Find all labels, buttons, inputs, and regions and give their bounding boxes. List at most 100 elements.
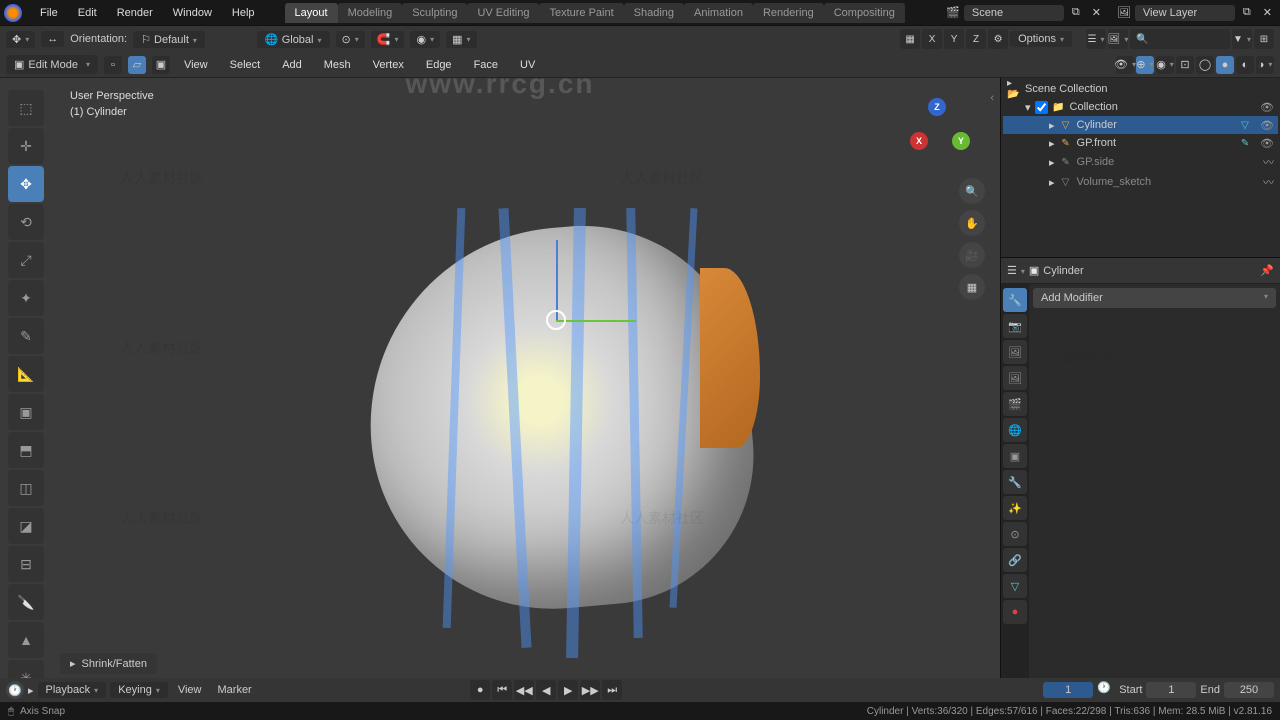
help-menu[interactable]: Help <box>222 7 265 19</box>
options-dropdown[interactable]: Options <box>1010 31 1072 47</box>
pan-icon[interactable]: ✋ <box>959 210 985 236</box>
nav-x-axis[interactable]: X <box>910 132 928 150</box>
solid-shading[interactable]: ● <box>1216 56 1234 74</box>
prop-tab-physics[interactable]: ⊙ <box>1003 522 1027 546</box>
next-keyframe-icon[interactable]: ▶▶ <box>580 680 600 700</box>
proportional-dropdown[interactable]: ◉ <box>410 31 440 48</box>
axis-z-toggle[interactable]: Z <box>966 29 986 49</box>
chevron-down-icon[interactable]: ▾ <box>1025 101 1031 114</box>
window-menu[interactable]: Window <box>163 7 222 19</box>
navigation-gizmo[interactable]: Z X Y <box>900 98 970 168</box>
prop-tab-material[interactable]: ● <box>1003 600 1027 624</box>
tab-compositing[interactable]: Compositing <box>824 3 905 23</box>
tab-rendering[interactable]: Rendering <box>753 3 824 23</box>
spin-tool[interactable]: ✳ <box>8 660 44 678</box>
play-reverse-icon[interactable]: ◀ <box>536 680 556 700</box>
drag-action[interactable]: ↔ <box>41 31 64 47</box>
keying-dropdown[interactable]: Keying <box>110 682 168 698</box>
prev-keyframe-icon[interactable]: ◀◀ <box>514 680 534 700</box>
outliner-tree[interactable]: ▸📂 Scene Collection ▾ 📁 Collection 👁 ▸ ▽… <box>1001 78 1280 257</box>
rendered-shading[interactable]: ◑ <box>1256 56 1274 74</box>
prop-tab-constraint[interactable]: 🔗 <box>1003 548 1027 572</box>
viewlayer-field[interactable]: View Layer <box>1135 5 1235 21</box>
properties-editor-type[interactable]: ☰ <box>1007 264 1025 277</box>
prop-tab-modifier[interactable]: 🔧 <box>1003 288 1027 312</box>
eye-icon[interactable]: 👁 <box>1260 137 1274 150</box>
prop-tab-scene[interactable]: 🎬 <box>1003 392 1027 416</box>
current-frame-field[interactable]: 1 <box>1043 682 1093 698</box>
tab-animation[interactable]: Animation <box>684 3 753 23</box>
edit-menu[interactable]: Edit <box>68 7 107 19</box>
tab-sculpting[interactable]: Sculpting <box>402 3 467 23</box>
perspective-toggle-icon[interactable]: ▦ <box>959 274 985 300</box>
pivot-dropdown[interactable]: ⊙ <box>336 31 365 48</box>
loop-cut-tool[interactable]: ⊟ <box>8 546 44 582</box>
outliner-item-gpfront[interactable]: ▸ ✎ GP.front ✎ 👁 <box>1003 134 1278 152</box>
chevron-right-icon[interactable]: ▸ <box>1049 176 1055 189</box>
overlay-dropdown[interactable]: ◉ <box>1156 56 1174 74</box>
gizmo-center[interactable] <box>546 310 566 330</box>
tab-uv-editing[interactable]: UV Editing <box>467 3 539 23</box>
collection-row[interactable]: ▾ 📁 Collection 👁 <box>1003 98 1278 116</box>
cursor-tool-dropdown[interactable]: ✥ <box>6 31 35 48</box>
framerange-icon[interactable]: 🕐 <box>1097 681 1115 699</box>
automerge-toggle[interactable]: ⚙ <box>988 29 1008 49</box>
select-menu[interactable]: Select <box>222 59 269 71</box>
grid-dropdown[interactable]: ▦ <box>446 31 476 48</box>
filter-dropdown[interactable]: ▼ <box>1232 29 1252 49</box>
outliner-item-gpside[interactable]: ▸ ✎ GP.side 〰 <box>1003 152 1278 172</box>
collection-checkbox[interactable] <box>1035 101 1048 114</box>
axis-x-toggle[interactable]: X <box>922 29 942 49</box>
wireframe-shading[interactable]: ◯ <box>1196 56 1214 74</box>
jump-end-icon[interactable]: ⏭ <box>602 680 622 700</box>
blender-logo-icon[interactable] <box>4 4 22 22</box>
hidden-icon[interactable]: 〰 <box>1263 154 1274 170</box>
end-frame-field[interactable]: 250 <box>1224 682 1274 698</box>
scale-tool[interactable]: ⤢ <box>8 242 44 278</box>
mirror-toggle[interactable]: ▦ <box>900 29 920 49</box>
prop-tab-render[interactable]: 📷 <box>1003 314 1027 338</box>
autokey-toggle[interactable]: ● <box>470 680 490 700</box>
orientation-dropdown[interactable]: ⚐ Default <box>133 31 205 48</box>
gizmo-x-axis[interactable] <box>556 320 636 322</box>
nav-z-axis[interactable]: Z <box>928 98 946 116</box>
face-select-mode[interactable]: ▣ <box>152 56 170 74</box>
move-tool[interactable]: ✥ <box>8 166 44 202</box>
outliner-item-volumesketch[interactable]: ▸ ▽ Volume_sketch 〰 <box>1003 172 1278 192</box>
uv-menu[interactable]: UV <box>512 59 543 71</box>
tab-shading[interactable]: Shading <box>624 3 684 23</box>
extrude-tool[interactable]: ⬒ <box>8 432 44 468</box>
snap-dropdown[interactable]: 🧲 <box>371 31 405 48</box>
gizmo-z-axis[interactable] <box>556 240 558 320</box>
prop-tab-meshdata[interactable]: ▽ <box>1003 574 1027 598</box>
pin-icon[interactable]: 📌 <box>1260 264 1274 277</box>
tab-texture-paint[interactable]: Texture Paint <box>539 3 623 23</box>
poly-build-tool[interactable]: ▲ <box>8 622 44 658</box>
hidden-icon[interactable]: 〰 <box>1263 174 1274 190</box>
jump-start-icon[interactable]: ⏮ <box>492 680 512 700</box>
edge-menu[interactable]: Edge <box>418 59 460 71</box>
new-collection-icon[interactable]: ⊞ <box>1254 29 1274 49</box>
camera-view-icon[interactable]: 🎥 <box>959 242 985 268</box>
add-menu[interactable]: Add <box>274 59 310 71</box>
gp-data-icon[interactable]: ✎ <box>1238 136 1252 150</box>
timeline-editor-icon[interactable]: 🕐 <box>6 681 24 699</box>
edge-select-mode[interactable]: ▱ <box>128 56 146 74</box>
bevel-tool[interactable]: ◪ <box>8 508 44 544</box>
xray-toggle[interactable]: ⊡ <box>1176 56 1194 74</box>
axis-y-toggle[interactable]: Y <box>944 29 964 49</box>
scene-close-icon[interactable]: ✕ <box>1088 6 1105 19</box>
collapse-sidebar-icon[interactable]: ‹ <box>990 92 994 104</box>
viewlayer-browse-icon[interactable]: ⧉ <box>1239 6 1255 19</box>
timeline-view-menu[interactable]: View <box>172 682 208 698</box>
inset-tool[interactable]: ◫ <box>8 470 44 506</box>
display-mode-dropdown[interactable]: 🖼 <box>1108 29 1128 49</box>
file-menu[interactable]: File <box>30 7 68 19</box>
scene-browse-icon[interactable]: ⧉ <box>1068 6 1084 19</box>
outliner-item-cylinder[interactable]: ▸ ▽ Cylinder ▽ 👁 <box>1003 116 1278 134</box>
scene-name-field[interactable]: Scene <box>964 5 1064 21</box>
chevron-right-icon[interactable]: ▸ <box>28 684 34 697</box>
visibility-dropdown[interactable]: 👁 <box>1116 56 1134 74</box>
mode-dropdown[interactable]: ▣ Edit Mode <box>6 55 98 74</box>
vertex-menu[interactable]: Vertex <box>365 59 412 71</box>
